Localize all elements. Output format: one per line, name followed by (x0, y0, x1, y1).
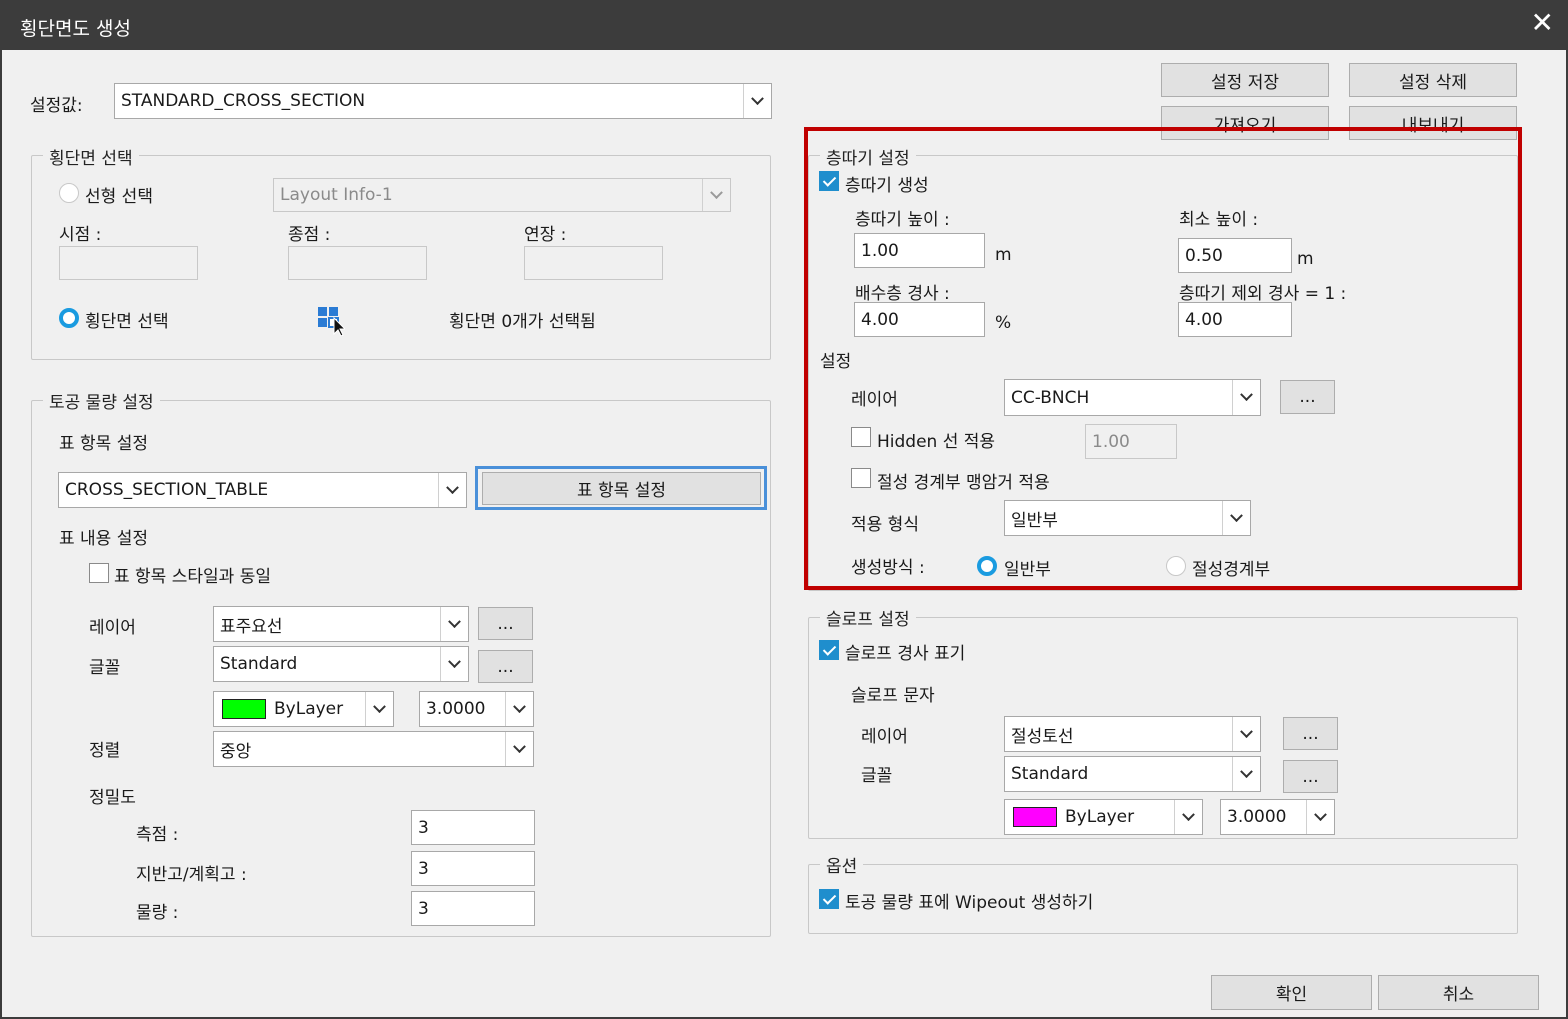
table-item-settings-button[interactable]: 표 항목 설정 (482, 472, 761, 505)
pick-sections-icon[interactable] (317, 306, 347, 337)
table-value: CROSS_SECTION_TABLE (65, 480, 269, 500)
station-input[interactable]: 3 (411, 810, 535, 845)
wipeout-checkbox[interactable] (819, 889, 839, 909)
ew-layer-label: 레이어 (89, 618, 136, 638)
same-style-checkbox[interactable] (89, 563, 109, 583)
chevron-down-icon (1174, 800, 1202, 834)
linear-select-radio[interactable] (59, 183, 79, 203)
ew-font-browse-button[interactable]: ... (478, 650, 533, 683)
ew-font-value: Standard (220, 654, 298, 674)
section-select-radio[interactable] (59, 308, 79, 328)
slope-layer-label: 레이어 (861, 727, 908, 747)
section-select-label: 횡단면 선택 (85, 312, 169, 332)
chevron-down-icon (438, 473, 466, 507)
ground-input[interactable]: 3 (411, 851, 535, 886)
slope-show-checkbox[interactable] (819, 640, 839, 660)
options-legend: 옵션 (820, 852, 864, 877)
slope-layer-combo[interactable]: 절성토선 (1004, 716, 1261, 752)
slope-font-value: Standard (1011, 764, 1089, 784)
bench-highlight-box (804, 127, 1522, 590)
ew-align-value: 중앙 (220, 741, 252, 762)
slope-text-label: 슬로프 문자 (851, 686, 935, 706)
wipeout-label: 토공 물량 표에 Wipeout 생성하기 (845, 893, 1094, 913)
same-style-label: 표 항목 스타일과 동일 (114, 567, 271, 587)
slope-font-combo[interactable]: Standard (1004, 756, 1261, 792)
layout-combo[interactable]: Layout Info-1 (273, 178, 731, 212)
extend-label: 연장 : (524, 225, 567, 245)
slope-show-label: 슬로프 경사 표기 (845, 644, 966, 664)
chevron-down-icon (505, 692, 533, 726)
cancel-button[interactable]: 취소 (1378, 975, 1539, 1010)
chevron-down-icon (440, 647, 468, 681)
extend-input[interactable] (524, 246, 663, 280)
start-input[interactable] (59, 246, 198, 280)
precision-label: 정밀도 (89, 788, 136, 808)
ew-align-combo[interactable]: 중앙 (213, 731, 534, 767)
slope-size-value: 3.0000 (1227, 807, 1287, 827)
delete-setting-button[interactable]: 설정 삭제 (1349, 63, 1517, 97)
slope-size-combo[interactable]: 3.0000 (1220, 799, 1335, 835)
chevron-down-icon (505, 732, 533, 766)
table-content-label: 표 내용 설정 (59, 529, 149, 549)
save-setting-button[interactable]: 설정 저장 (1161, 63, 1329, 97)
ew-size-combo[interactable]: 3.0000 (419, 691, 534, 727)
start-label: 시점 : (59, 225, 102, 245)
chevron-down-icon (1306, 800, 1334, 834)
section-count-status: 횡단면 0개가 선택됨 (449, 312, 596, 332)
ew-font-label: 글꼴 (89, 658, 121, 678)
slope-layer-value: 절성토선 (1011, 726, 1074, 747)
chevron-down-icon (1232, 757, 1260, 791)
ew-layer-browse-button[interactable]: ... (478, 607, 533, 640)
chevron-down-icon (702, 179, 730, 211)
ok-button[interactable]: 확인 (1211, 975, 1372, 1010)
slope-color-value: ByLayer (1065, 807, 1135, 827)
table-combo[interactable]: CROSS_SECTION_TABLE (58, 472, 467, 508)
linear-select-label: 선형 선택 (85, 187, 153, 207)
setting-combo[interactable]: STANDARD_CROSS_SECTION (114, 83, 772, 119)
layout-value: Layout Info-1 (280, 185, 393, 205)
chevron-down-icon (1232, 717, 1260, 751)
table-item-label: 표 항목 설정 (59, 434, 149, 454)
quantity-input[interactable]: 3 (411, 891, 535, 926)
ew-font-combo[interactable]: Standard (213, 646, 469, 682)
chevron-down-icon (440, 607, 468, 641)
cross-select-legend: 횡단면 선택 (43, 144, 139, 169)
slope-color-swatch (1013, 807, 1057, 827)
quantity-label: 물량 : (136, 903, 179, 923)
setting-value: STANDARD_CROSS_SECTION (121, 91, 366, 111)
setting-label: 설정값: (30, 96, 83, 116)
chevron-down-icon (743, 84, 771, 118)
ew-layer-value: 표주요선 (220, 616, 283, 637)
slope-legend: 슬로프 설정 (820, 605, 916, 630)
close-icon[interactable]: ✕ (1531, 8, 1554, 38)
station-label: 측점 : (136, 825, 179, 845)
ew-size-value: 3.0000 (426, 699, 486, 719)
window-title: 횡단면도 생성 (20, 18, 131, 40)
ew-color-swatch (222, 699, 266, 719)
slope-font-browse-button[interactable]: ... (1283, 760, 1338, 793)
chevron-down-icon (365, 692, 393, 726)
ground-label: 지반고/계획고 : (136, 865, 247, 885)
end-input[interactable] (288, 246, 427, 280)
ew-color-value: ByLayer (274, 699, 344, 719)
end-label: 종점 : (288, 225, 331, 245)
ew-color-combo[interactable]: ByLayer (213, 691, 394, 727)
slope-color-combo[interactable]: ByLayer (1004, 799, 1203, 835)
ew-align-label: 정렬 (89, 741, 121, 761)
title-bar: 횡단면도 생성 ✕ (0, 0, 1568, 50)
ew-layer-combo[interactable]: 표주요선 (213, 606, 469, 642)
slope-layer-browse-button[interactable]: ... (1283, 717, 1338, 750)
earthwork-legend: 토공 물량 설정 (43, 388, 160, 413)
slope-font-label: 글꼴 (861, 766, 893, 786)
